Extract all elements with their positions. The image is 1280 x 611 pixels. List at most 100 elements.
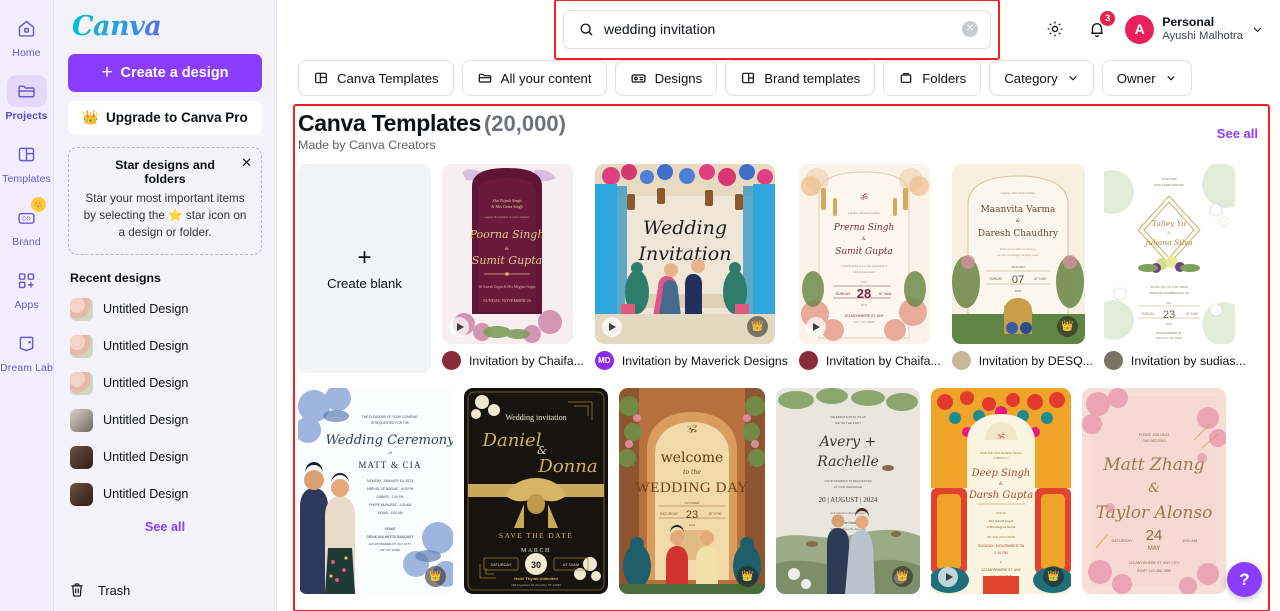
top-bar: ✕ bbox=[277, 0, 1280, 60]
template-card[interactable]: Wedding invitation Daniel & Donna SAVE T… bbox=[464, 388, 608, 594]
section-header: Canva Templates (20,000) Made by Canva Cr… bbox=[298, 110, 1264, 152]
svg-text:ANY CITY, ST 12345: ANY CITY, ST 12345 bbox=[1156, 336, 1183, 340]
chip-label: Canva Templates bbox=[337, 70, 439, 86]
close-icon[interactable]: ✕ bbox=[241, 156, 252, 169]
section-subtitle: Made by Canva Creators bbox=[298, 138, 436, 152]
create-blank-card[interactable]: + Create blank bbox=[298, 164, 431, 373]
search-box[interactable]: ✕ bbox=[563, 9, 991, 49]
chip-designs[interactable]: Designs bbox=[614, 60, 718, 96]
template-card[interactable]: ॐ together with their families Prerna Si… bbox=[798, 164, 941, 373]
list-item[interactable]: Untitled Design bbox=[68, 365, 262, 402]
svg-text:Deep Singh: Deep Singh bbox=[971, 468, 1031, 479]
sidebar-item-projects[interactable]: Projects bbox=[1, 75, 53, 122]
sidebar-label-home: Home bbox=[12, 47, 41, 59]
sidebar-item-home[interactable]: Home bbox=[1, 12, 53, 59]
template-author: Invitation by DESQ... bbox=[978, 353, 1093, 368]
list-item[interactable]: Untitled Design bbox=[68, 402, 262, 439]
template-card[interactable]: Wedding Invitation 👑 MD Invitation by Ma… bbox=[594, 164, 788, 373]
chip-canva-templates[interactable]: Canva Templates bbox=[298, 60, 454, 96]
chevron-down-icon bbox=[1067, 72, 1079, 84]
sidebar-item-dream-lab[interactable]: Dream Lab bbox=[0, 327, 53, 374]
svg-text:ON THE OCCASION: ON THE OCCASION bbox=[987, 535, 1015, 539]
svg-text:2024: 2024 bbox=[861, 303, 868, 307]
template-card[interactable]: TOGETHER WITH THEIR FAMILIES Talley Yu &… bbox=[1103, 164, 1246, 373]
avatar bbox=[1103, 351, 1123, 370]
svg-text:CORDIALLY: CORDIALLY bbox=[993, 456, 1009, 460]
create-blank-button[interactable]: + Create blank bbox=[298, 164, 431, 373]
svg-text:🕉: 🕉 bbox=[687, 423, 697, 435]
page-title: Canva Templates (20,000) bbox=[298, 110, 566, 137]
crown-icon: 👑 bbox=[1043, 566, 1064, 587]
svg-text:Darsh Gupta: Darsh Gupta bbox=[968, 490, 1033, 501]
sidebar-label-projects: Projects bbox=[5, 110, 48, 122]
template-card[interactable]: 🕉 welcome to the WEDDING DAY OCTOBER SAT… bbox=[619, 388, 765, 594]
canva-logo[interactable]: Canva bbox=[68, 10, 262, 44]
trash-label: Trash bbox=[98, 582, 131, 598]
chip-brand-templates[interactable]: Brand templates bbox=[725, 60, 876, 96]
templates-row-1: + Create blank Shri Rajesh Singh & Mrs G… bbox=[298, 164, 1264, 373]
svg-text:20 | AUGUST | 2024: 20 | AUGUST | 2024 bbox=[819, 496, 878, 504]
svg-text:& Mrs Geeta Singh: & Mrs Geeta Singh bbox=[491, 204, 522, 209]
chip-owner[interactable]: Owner bbox=[1101, 60, 1192, 96]
template-attribution: Invitation by Chaifa... bbox=[798, 351, 941, 370]
section-title: Canva Templates bbox=[298, 110, 481, 136]
play-icon[interactable] bbox=[449, 317, 469, 337]
upgrade-to-pro-button[interactable]: 👑 Upgrade to Canva Pro bbox=[68, 100, 262, 135]
chip-label: Owner bbox=[1116, 70, 1156, 86]
sidebar-see-all-link[interactable]: See all bbox=[68, 520, 262, 534]
templates-icon bbox=[7, 138, 47, 170]
play-icon[interactable] bbox=[601, 317, 622, 337]
account-menu[interactable]: A Personal Ayushi Malhotra bbox=[1125, 14, 1266, 44]
svg-text:123 ANYWHERE ST, ANY: 123 ANYWHERE ST, ANY bbox=[981, 568, 1021, 572]
sidebar-item-templates[interactable]: Templates bbox=[1, 138, 53, 185]
svg-text:CITY, ST 12345: CITY, ST 12345 bbox=[853, 320, 874, 324]
notifications-button[interactable]: 3 bbox=[1083, 11, 1116, 43]
list-item[interactable]: Untitled Design bbox=[68, 476, 262, 513]
sidebar-item-brand[interactable]: CO 👑 Brand bbox=[1, 197, 53, 248]
template-author: Invitation by Maverick Designs bbox=[621, 353, 788, 368]
template-card[interactable]: Together With Their Families Maanvita Va… bbox=[951, 164, 1093, 373]
svg-text:2025: 2025 bbox=[1166, 322, 1172, 326]
template-card[interactable]: Shri Rajesh Singh & Mrs Geeta Singh requ… bbox=[442, 164, 584, 373]
settings-button[interactable] bbox=[1041, 15, 1069, 43]
svg-text:123 Anywhere St, Any City, ST: 123 Anywhere St, Any City, ST 12345 bbox=[511, 583, 561, 587]
main-content: ✕ bbox=[277, 0, 1280, 611]
svg-text:SUNDAY: SUNDAY bbox=[1141, 312, 1155, 316]
template-thumbnail: 🕉 welcome to the WEDDING DAY OCTOBER SAT… bbox=[619, 388, 765, 594]
see-all-link[interactable]: See all bbox=[1217, 110, 1264, 141]
search-input[interactable] bbox=[604, 21, 953, 37]
template-card[interactable]: THE PLEASURE OF YOUR COMPANY IS REQUESTE… bbox=[298, 388, 453, 594]
filter-chips-row: Canva Templates All your content Designs… bbox=[277, 58, 1280, 98]
avatar: MD bbox=[594, 351, 614, 370]
svg-text:Wedding invitation: Wedding invitation bbox=[505, 413, 566, 422]
design-name: Untitled Design bbox=[103, 302, 189, 317]
help-button[interactable]: ? bbox=[1227, 562, 1262, 597]
list-item[interactable]: Untitled Design bbox=[68, 439, 262, 476]
list-item[interactable]: Untitled Design bbox=[68, 291, 262, 328]
list-item[interactable]: Untitled Design bbox=[68, 328, 262, 365]
template-card[interactable]: PLEASE JOIN US AT OUR WEDDING Matt Zhang… bbox=[1082, 388, 1226, 594]
template-thumbnail: PLEASE JOIN US AT OUR WEDDING Matt Zhang… bbox=[1082, 388, 1226, 594]
svg-text:invite you to share in their j: invite you to share in their joy bbox=[1000, 247, 1037, 251]
svg-text:&: & bbox=[999, 481, 1003, 487]
clear-search-icon[interactable]: ✕ bbox=[962, 21, 978, 37]
play-icon[interactable] bbox=[805, 317, 826, 337]
chip-all-your-content[interactable]: All your content bbox=[461, 60, 607, 96]
template-card[interactable]: 🕉 SHRI AND SMT RAJESH SINGH CORDIALLY De… bbox=[931, 388, 1071, 594]
svg-text:PLEASE JOIN US AT: PLEASE JOIN US AT bbox=[1139, 433, 1169, 437]
template-card[interactable]: CELEBRATE WITH US AS WE TIE THE KNOT Ave… bbox=[776, 388, 920, 594]
svg-text:Shri Rajesh Singh: Shri Rajesh Singh bbox=[493, 198, 522, 203]
create-a-design-label: Create a design bbox=[120, 64, 229, 81]
design-thumbnail bbox=[70, 445, 93, 469]
svg-text:SUNDAY, NOVEMBER 26: SUNDAY, NOVEMBER 26 bbox=[978, 543, 1025, 548]
chip-category[interactable]: Category bbox=[989, 60, 1094, 96]
chip-folders[interactable]: Folders bbox=[883, 60, 982, 96]
sidebar-item-apps[interactable]: Apps bbox=[1, 264, 53, 311]
sidebar-item-trash[interactable]: Trash bbox=[68, 581, 130, 599]
create-a-design-button[interactable]: + Create a design bbox=[68, 53, 262, 92]
design-name: Untitled Design bbox=[103, 487, 189, 502]
play-icon[interactable] bbox=[938, 567, 958, 587]
star-designs-tip-card: ✕ Star designs and folders Star your mos… bbox=[68, 146, 262, 255]
svg-text:JULY: JULY bbox=[861, 280, 867, 284]
crown-icon: 👑 bbox=[746, 316, 768, 337]
